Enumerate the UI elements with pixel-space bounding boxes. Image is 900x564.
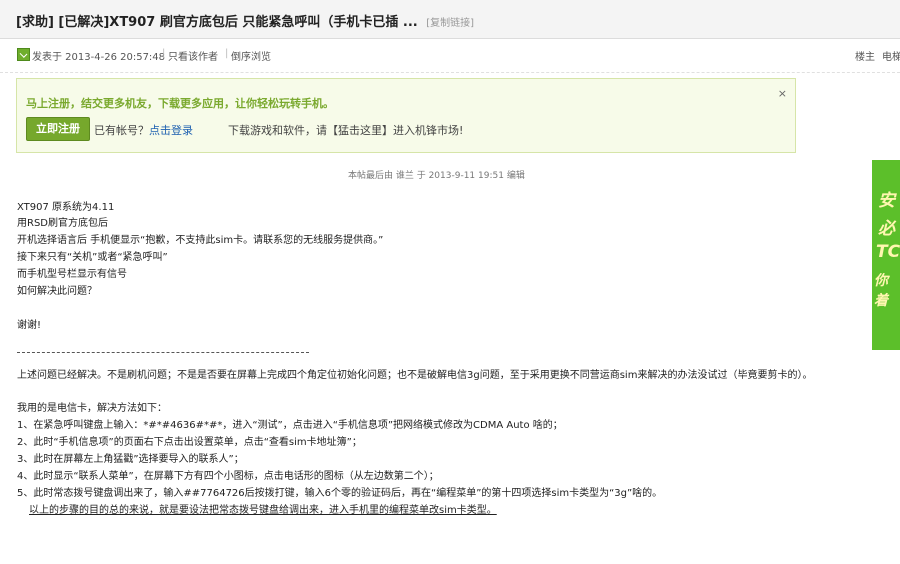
register-notice: 马上注册，结交更多机友，下载更多应用，让你轻松玩转手机。 × 立即注册 已有帐号…	[16, 78, 796, 153]
solution-intro: 上述问题已经解决。不是刷机问题；不是是否要在屏幕上完成四个角定位初始化问题；也不…	[17, 370, 813, 381]
close-icon[interactable]: ×	[778, 87, 787, 100]
post-line: 接下来只有“关机”或者“紧急呼叫”	[17, 252, 168, 263]
register-button[interactable]: 立即注册	[26, 117, 90, 141]
edit-note: 本帖最后由 谁兰 于 2013-9-11 19:51 编辑	[348, 171, 525, 181]
post-online-icon	[17, 48, 30, 61]
have-account-text: 已有帐号？	[94, 124, 149, 137]
copy-link[interactable]: [复制链接]	[426, 18, 474, 29]
post-line: 开机选择语言后 手机便显示“抱歉，不支持此sim卡。请联系您的无线服务提供商。”	[17, 235, 384, 246]
step-item: 1、在紧急呼叫键盘上输入：*#*#4636#*#*，进入“测试”，点击进入“手机…	[17, 420, 563, 431]
floor-label: 楼主	[855, 52, 875, 63]
login-link[interactable]: 点击登录	[149, 122, 193, 138]
summary-line: 以上的步骤的目的总的来说，就是要设法把常态拨号键盘给调出来，进入手机里的编程菜单…	[29, 505, 497, 516]
side-ad-banner[interactable]: 安 必 TC 你着	[872, 160, 900, 350]
ad-text: 必	[878, 219, 895, 239]
post-line: 用RSD刷官方底包后	[17, 218, 108, 229]
reverse-order-link[interactable]: 倒序浏览	[231, 48, 271, 63]
step-item: 3、此时在屏幕左上角猛戳”选择要导入的联系人”；	[17, 454, 244, 465]
dashed-divider	[17, 352, 309, 353]
ad-text: 你着	[874, 273, 888, 309]
thread-title: [求助] [已解决]XT907 刷官方底包后 只能紧急呼叫（手机卡已插 ... …	[16, 11, 474, 30]
download-market-text[interactable]: 下载游戏和软件，请【猛击这里】进入机锋市场!	[228, 122, 463, 138]
author-only-link[interactable]: 只看该作者	[168, 48, 218, 63]
step-item: 2、此时“手机信息项”的页面右下点击出设置菜单，点击“查看sim卡地址簿”；	[17, 437, 362, 448]
post-meta-row: 发表于 2013-4-26 20:57:48 | 只看该作者 | 倒序浏览 楼主…	[0, 38, 900, 73]
post-line: 如何解决此问题？	[17, 286, 97, 297]
thread-title-text: [求助] [已解决]XT907 刷官方底包后 只能紧急呼叫（手机卡已插 ...	[16, 15, 418, 30]
ad-text: 安	[878, 191, 895, 211]
post-date: 发表于 2013-4-26 20:57:48	[32, 52, 166, 63]
thanks-line: 谢谢!	[17, 320, 42, 331]
thread-title-bar: [求助] [已解决]XT907 刷官方底包后 只能紧急呼叫（手机卡已插 ... …	[0, 0, 900, 39]
ad-text: TC	[876, 242, 900, 262]
post-line: XT907 原系统为4.11	[17, 202, 115, 213]
step-item: 5、此时常态拨号键盘调出来了，输入##7764726后按拨打键，输入6个零的验证…	[17, 488, 663, 499]
jump-floor-link[interactable]: 电梯	[882, 48, 900, 63]
method-title: 我用的是电信卡，解决方法如下：	[17, 403, 167, 414]
notice-headline: 马上注册，结交更多机友，下载更多应用，让你轻松玩转手机。	[26, 97, 334, 110]
post-line: 而手机型号栏显示有信号	[17, 269, 127, 280]
step-item: 4、此时显示“联系人菜单”，在屏幕下方有四个小图标，点击电话形的图标（从左边数第…	[17, 471, 439, 482]
